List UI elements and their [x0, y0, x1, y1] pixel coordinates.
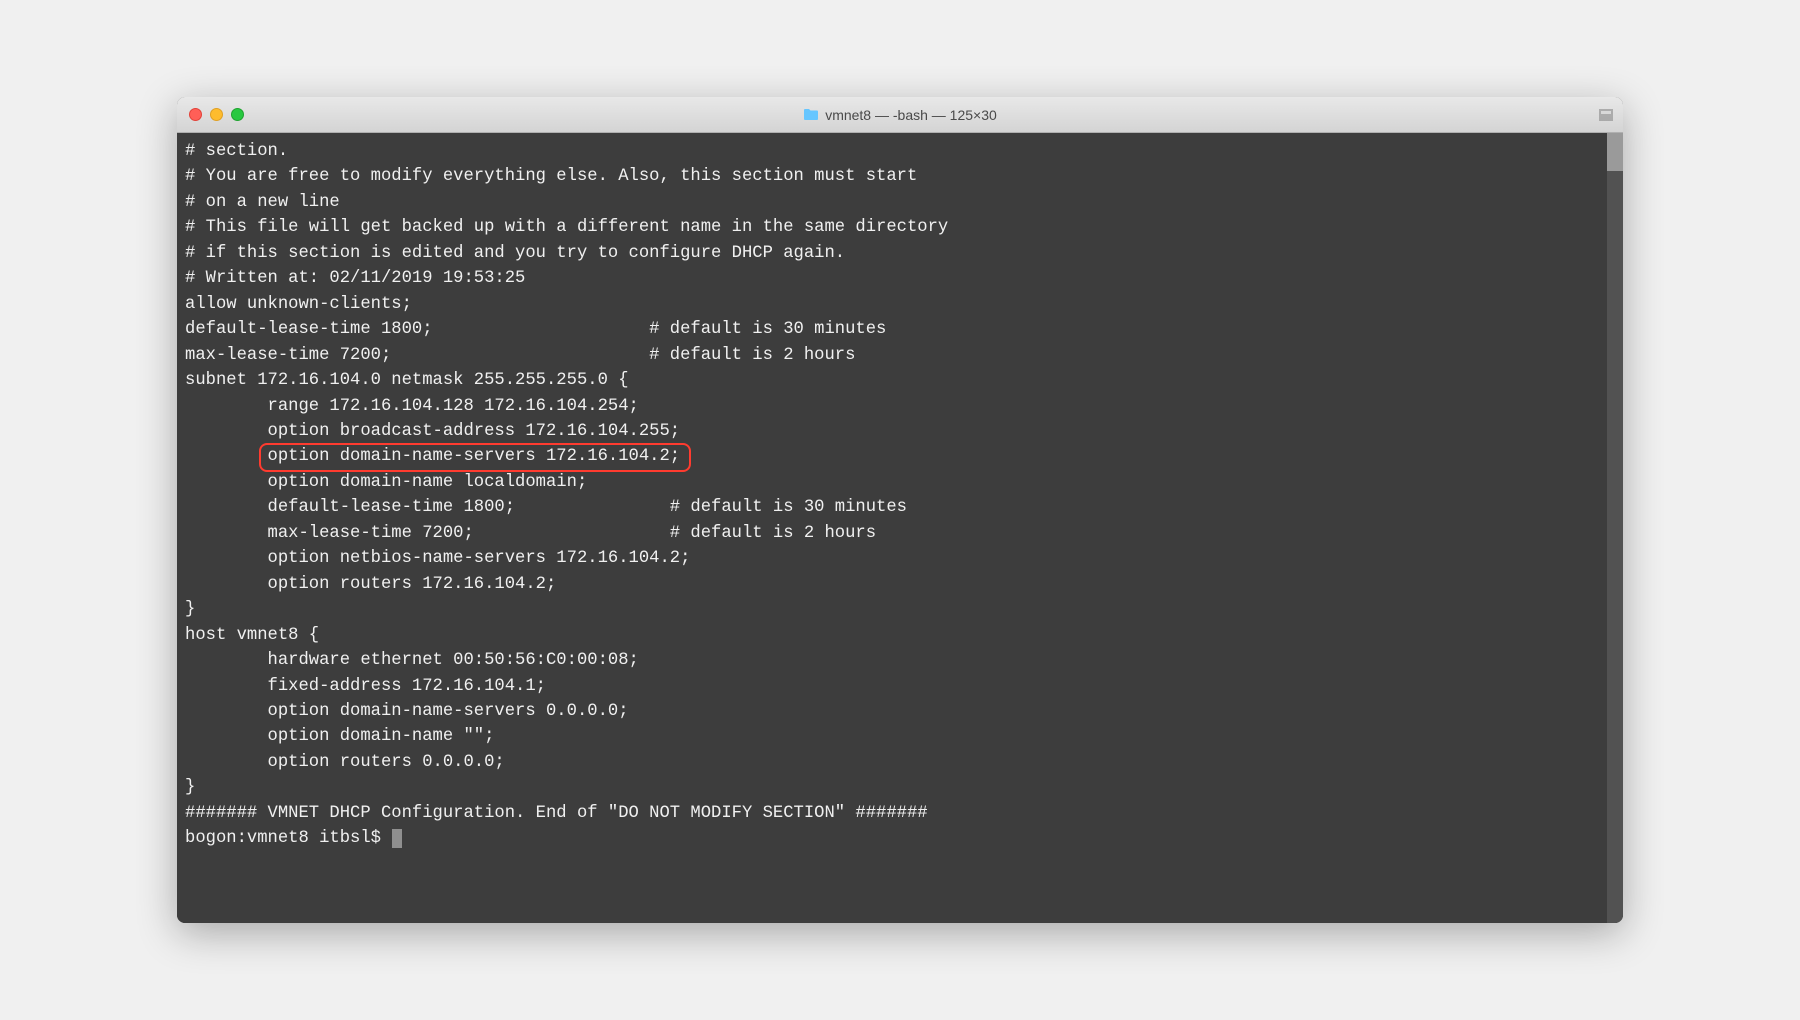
terminal-line: fixed-address 172.16.104.1; [185, 674, 1615, 699]
terminal-line: ####### VMNET DHCP Configuration. End of… [185, 801, 1615, 826]
terminal-line: option domain-name-servers 172.16.104.2; [185, 444, 1615, 469]
terminal-line: } [185, 597, 1615, 622]
terminal-window: vmnet8 — -bash — 125×30 # section.# You … [177, 97, 1623, 923]
prompt-line[interactable]: bogon:vmnet8 itbsl$ [185, 826, 1615, 851]
terminal-line: max-lease-time 7200; # default is 2 hour… [185, 343, 1615, 368]
terminal-line: allow unknown-clients; [185, 292, 1615, 317]
terminal-line: subnet 172.16.104.0 netmask 255.255.255.… [185, 368, 1615, 393]
terminal-line: option domain-name-servers 0.0.0.0; [185, 699, 1615, 724]
terminal-line: # Written at: 02/11/2019 19:53:25 [185, 266, 1615, 291]
terminal-line: } [185, 775, 1615, 800]
cursor [392, 829, 402, 848]
window-title: vmnet8 — -bash — 125×30 [825, 107, 997, 123]
terminal-line: option broadcast-address 172.16.104.255; [185, 419, 1615, 444]
terminal-line: default-lease-time 1800; # default is 30… [185, 317, 1615, 342]
scrollbar-thumb[interactable] [1607, 133, 1623, 171]
scrollbar-track[interactable] [1607, 133, 1623, 923]
terminal-line: range 172.16.104.128 172.16.104.254; [185, 394, 1615, 419]
terminal-line: option domain-name localdomain; [185, 470, 1615, 495]
terminal-line: option netbios-name-servers 172.16.104.2… [185, 546, 1615, 571]
terminal-line: host vmnet8 { [185, 623, 1615, 648]
maximize-button[interactable] [231, 108, 244, 121]
terminal-line: hardware ethernet 00:50:56:C0:00:08; [185, 648, 1615, 673]
terminal-line: max-lease-time 7200; # default is 2 hour… [185, 521, 1615, 546]
terminal-line: # if this section is edited and you try … [185, 241, 1615, 266]
terminal-line: # This file will get backed up with a di… [185, 215, 1615, 240]
terminal-line: option routers 0.0.0.0; [185, 750, 1615, 775]
terminal-line: option domain-name ""; [185, 724, 1615, 749]
title-content: vmnet8 — -bash — 125×30 [803, 107, 997, 123]
titlebar[interactable]: vmnet8 — -bash — 125×30 [177, 97, 1623, 133]
close-button[interactable] [189, 108, 202, 121]
terminal-line: option routers 172.16.104.2; [185, 572, 1615, 597]
minimize-button[interactable] [210, 108, 223, 121]
terminal-line: default-lease-time 1800; # default is 30… [185, 495, 1615, 520]
terminal-line: # You are free to modify everything else… [185, 164, 1615, 189]
folder-icon [803, 108, 819, 121]
terminal-line: # on a new line [185, 190, 1615, 215]
terminal-body[interactable]: # section.# You are free to modify every… [177, 133, 1623, 923]
traffic-lights [189, 108, 244, 121]
panel-icon[interactable] [1599, 109, 1613, 121]
terminal-line: # section. [185, 139, 1615, 164]
